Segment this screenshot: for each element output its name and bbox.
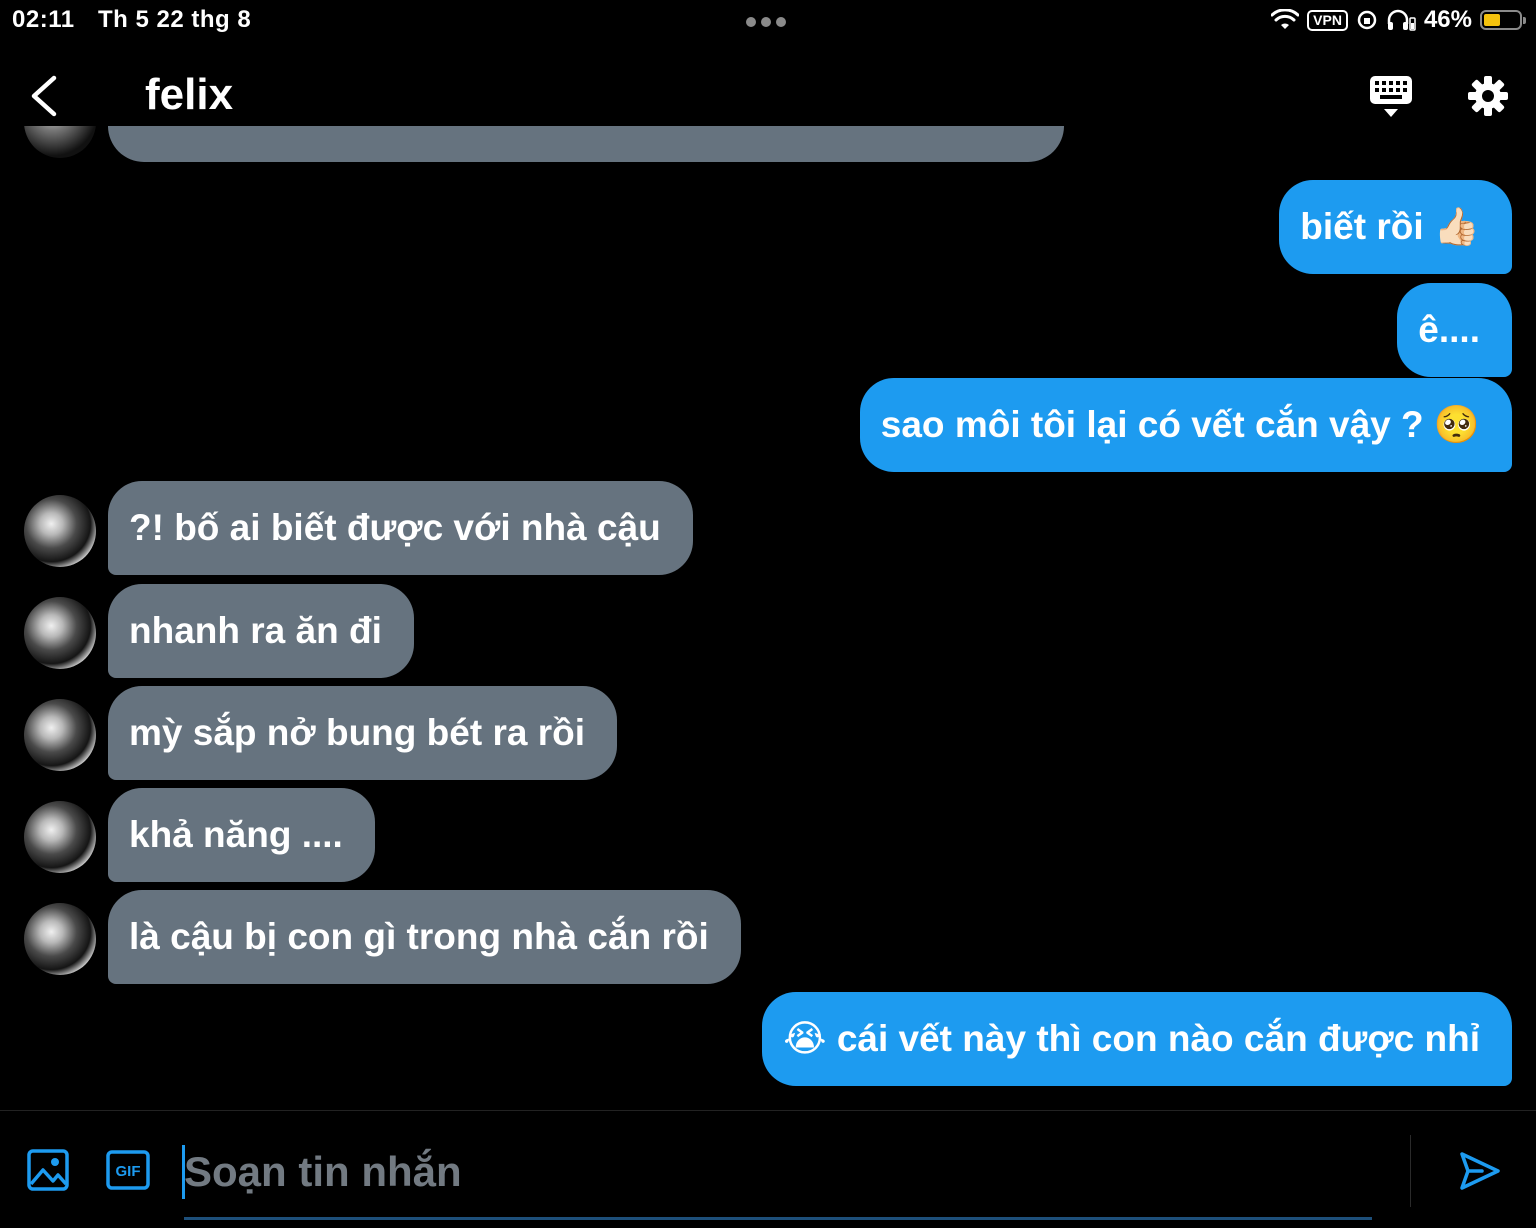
status-time: 02:11 [12,6,75,33]
message-compose-input[interactable] [184,1141,1364,1203]
message-bubble-incoming[interactable]: ?! bố ai biết được với nhà cậu [108,481,693,575]
orientation-lock-icon [1357,10,1377,30]
multitasking-dots-icon[interactable] [746,14,792,27]
message-bubble-incoming[interactable]: khả năng .... [108,788,375,882]
message-text: ê.... [1418,309,1480,350]
status-bar: 02:11 Th 5 22 thg 8 VPN 46% [0,0,1536,40]
battery-icon [1480,10,1526,30]
message-text: sao môi tôi lại có vết cắn vậy ? [880,404,1424,445]
message-text: nhanh ra ăn đi [129,610,382,651]
message-text: biết rồi [1300,206,1424,247]
avatar[interactable] [24,801,96,873]
message-bubble-outgoing[interactable]: sao môi tôi lại có vết cắn vậy ? 🥺 [859,378,1512,472]
battery-percent: 46% [1423,6,1472,33]
avatar[interactable] [24,903,96,975]
vpn-badge: VPN [1307,9,1348,31]
avatar[interactable] [24,126,96,158]
message-bubble-outgoing[interactable]: ê.... [1397,283,1512,377]
divider [1410,1135,1411,1207]
compose-bar: GIF [0,1110,1536,1228]
message-bubble-incoming[interactable]: mỳ sắp nở bung bét ra rồi [108,686,617,780]
input-underline [184,1217,1372,1220]
avatar[interactable] [24,597,96,669]
gear-icon[interactable] [1466,74,1510,118]
send-icon[interactable] [1458,1149,1502,1193]
message-bubble-outgoing[interactable]: biết rồi 👍🏻 [1279,180,1512,274]
keyboard-icon[interactable] [1368,74,1414,120]
gif-icon[interactable]: GIF [105,1149,151,1191]
chevron-left-icon[interactable] [26,74,66,118]
headphones-icon [1387,9,1416,31]
gif-label: GIF [116,1163,141,1180]
avatar[interactable] [24,699,96,771]
message-text: mỳ sắp nở bung bét ra rồi [129,712,585,753]
wifi-icon [1271,9,1300,29]
thumbs-up-emoji-icon: 👍🏻 [1433,205,1480,248]
message-bubble-incoming[interactable]: là cậu bị con gì trong nhà cắn rồi [108,890,741,984]
message-bubble-outgoing[interactable]: 😭 cái vết này thì con nào cắn được nhỉ [762,992,1512,1086]
message-text: cái vết này thì con nào cắn được nhỉ [836,1018,1480,1059]
message-bubble-partial [108,126,1064,162]
status-indicators: VPN 46% [1271,4,1526,36]
image-icon[interactable] [26,1148,70,1192]
message-bubble-incoming[interactable]: nhanh ra ăn đi [108,584,414,678]
message-text: khả năng .... [129,814,343,855]
avatar[interactable] [24,495,96,567]
status-date: Th 5 22 thg 8 [98,6,252,33]
message-text: là cậu bị con gì trong nhà cắn rồi [129,916,709,957]
crying-face-emoji-icon: 😭 [783,1017,827,1060]
conversation-title[interactable]: felix [145,70,233,120]
pleading-face-emoji-icon: 🥺 [1433,403,1480,446]
message-text: ?! bố ai biết được với nhà cậu [129,507,661,548]
